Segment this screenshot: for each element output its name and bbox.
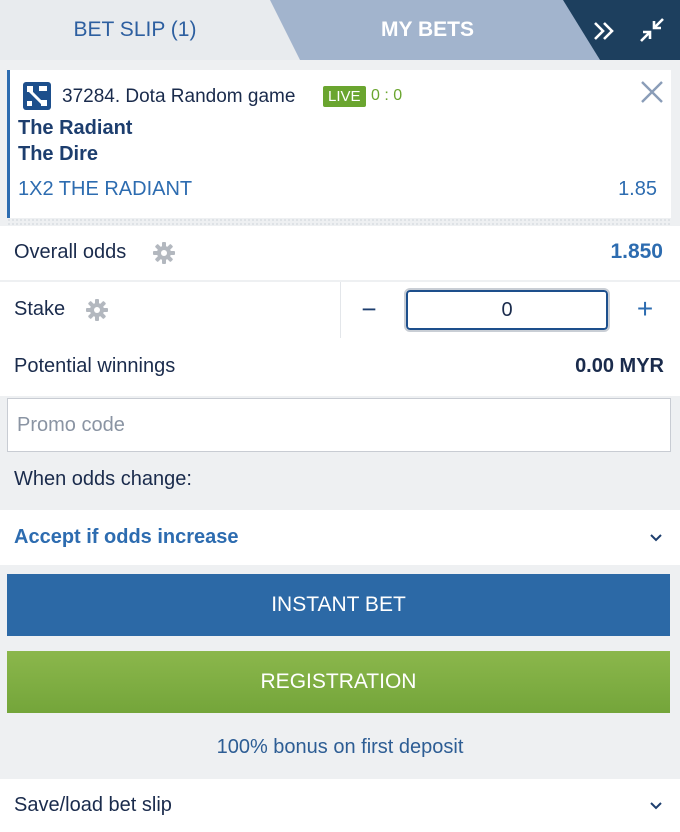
potential-winnings-value: 0.00 MYR xyxy=(575,355,664,377)
gear-icon[interactable] xyxy=(152,241,176,265)
tab-bet-slip-label: BET SLIP (1) xyxy=(73,18,197,41)
chevron-down-icon xyxy=(650,802,662,810)
promo-code-input[interactable] xyxy=(7,398,671,452)
stake-input[interactable] xyxy=(404,288,610,332)
odds-change-label: When odds change: xyxy=(14,468,192,490)
live-score: 0 : 0 xyxy=(371,87,403,104)
divider xyxy=(7,218,671,226)
potential-winnings-row: Potential winnings 0.00 MYR xyxy=(0,338,680,396)
save-load-label: Save/load bet slip xyxy=(14,794,172,816)
bet-market: 1X2 THE RADIANT xyxy=(18,178,193,200)
collapse-icon[interactable] xyxy=(638,16,666,44)
close-icon[interactable] xyxy=(640,80,664,104)
save-load-bet-slip[interactable]: Save/load bet slip xyxy=(0,779,680,832)
stake-plus-button[interactable]: + xyxy=(632,294,658,324)
dota-icon xyxy=(23,82,51,110)
instant-bet-button[interactable]: INSTANT BET xyxy=(7,574,670,636)
stake-minus-button[interactable]: − xyxy=(356,294,382,324)
bet-event-card: 37284. Dota Random game LIVE 0 : 0 The R… xyxy=(7,70,671,218)
tab-bet-slip[interactable]: BET SLIP (1) xyxy=(0,0,300,60)
odds-change-select[interactable]: Accept if odds increase xyxy=(0,510,680,565)
tab-my-bets-label: MY BETS xyxy=(381,18,474,41)
gear-icon[interactable] xyxy=(85,298,109,322)
bet-odd: 1.85 xyxy=(618,178,657,200)
overall-odds-label: Overall odds xyxy=(14,241,127,263)
chevron-down-icon xyxy=(650,534,662,542)
bonus-link[interactable]: 100% bonus on first deposit xyxy=(0,736,680,759)
tab-my-bets[interactable]: MY BETS xyxy=(270,0,600,60)
stake-stepper: − + xyxy=(340,282,680,338)
event-title: 37284. Dota Random game xyxy=(62,86,296,107)
registration-button[interactable]: REGISTRATION xyxy=(7,651,670,713)
odds-change-selected: Accept if odds increase xyxy=(14,526,239,548)
double-chevron-right-icon[interactable] xyxy=(590,18,618,44)
team-home: The Radiant xyxy=(18,117,133,139)
stake-row: Stake − + xyxy=(0,282,680,338)
overall-odds-value: 1.850 xyxy=(610,240,663,263)
team-away: The Dire xyxy=(18,143,99,165)
stake-label: Stake xyxy=(14,298,66,320)
live-badge: LIVE xyxy=(323,86,366,107)
potential-winnings-label: Potential winnings xyxy=(14,355,176,377)
overall-odds-row: Overall odds 1.850 xyxy=(0,226,680,280)
bet-slip-tabs: BET SLIP (1) MY BETS xyxy=(0,0,680,60)
